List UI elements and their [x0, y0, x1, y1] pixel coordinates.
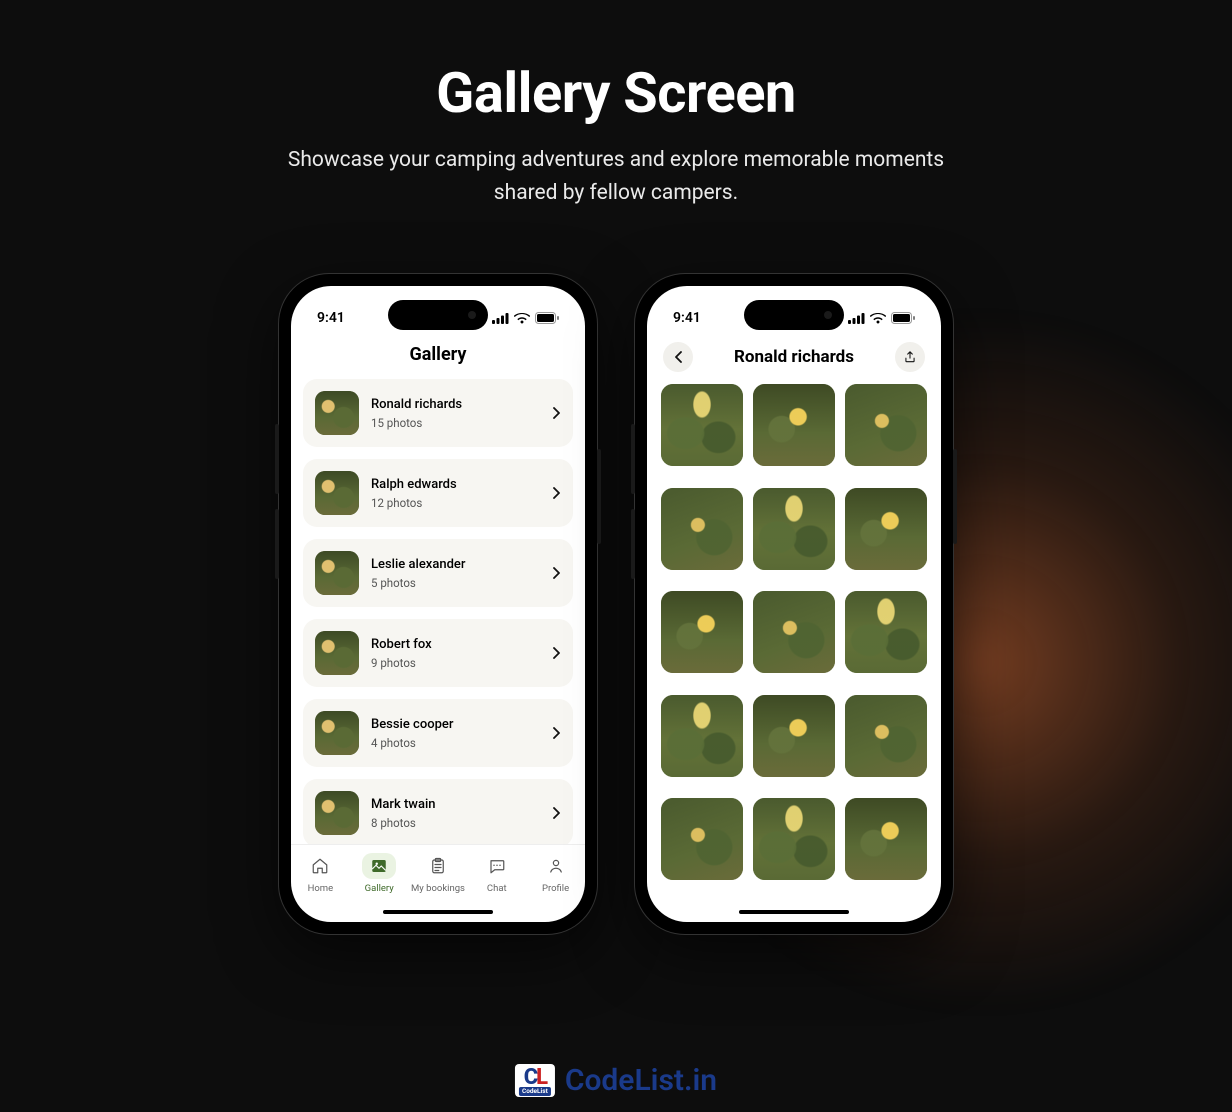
photo-thumbnail[interactable] — [845, 488, 927, 570]
list-item[interactable]: Bessie cooper 4 photos — [303, 699, 573, 767]
gallery-screen-title: Gallery — [291, 336, 585, 379]
wifi-icon — [870, 313, 886, 324]
photo-thumbnail[interactable] — [661, 384, 743, 466]
photo-thumbnail[interactable] — [661, 695, 743, 777]
detail-title: Ronald richards — [734, 347, 854, 367]
photo-thumbnail[interactable] — [753, 488, 835, 570]
user-name: Robert fox — [371, 637, 541, 652]
chevron-right-icon — [553, 567, 561, 579]
photo-count: 15 photos — [371, 416, 541, 430]
tab-home[interactable]: Home — [292, 853, 348, 894]
gallery-user-list: Ronald richards 15 photos Ralph edwards … — [291, 379, 585, 844]
share-icon — [903, 350, 917, 364]
back-button[interactable] — [663, 342, 693, 372]
tab-label: Profile — [542, 883, 569, 894]
list-item[interactable]: Robert fox 9 photos — [303, 619, 573, 687]
battery-icon — [891, 312, 915, 324]
watermark-badge-text: CodeList — [519, 1087, 551, 1096]
photo-count: 12 photos — [371, 496, 541, 510]
home-icon — [303, 853, 337, 879]
bottom-tab-bar: Home Gallery My bookings — [291, 844, 585, 922]
list-item[interactable]: Leslie alexander 5 photos — [303, 539, 573, 607]
home-indicator — [739, 910, 849, 914]
chat-icon — [480, 853, 514, 879]
photo-thumbnail[interactable] — [753, 384, 835, 466]
user-name: Ralph edwards — [371, 477, 541, 492]
photo-thumbnail[interactable] — [753, 695, 835, 777]
avatar-thumbnail — [315, 631, 359, 675]
list-item[interactable]: Mark twain 8 photos — [303, 779, 573, 844]
user-name: Leslie alexander — [371, 557, 541, 572]
avatar-thumbnail — [315, 551, 359, 595]
phone-mock-gallery-list: 9:41 Gallery — [279, 274, 597, 934]
chevron-right-icon — [553, 807, 561, 819]
gallery-icon — [362, 853, 396, 879]
tab-profile[interactable]: Profile — [528, 853, 584, 894]
phone-notch — [388, 300, 488, 330]
chevron-right-icon — [553, 407, 561, 419]
tab-chat[interactable]: Chat — [469, 853, 525, 894]
share-button[interactable] — [895, 342, 925, 372]
photo-thumbnail[interactable] — [753, 591, 835, 673]
battery-icon — [535, 312, 559, 324]
clipboard-icon — [421, 853, 455, 879]
photo-thumbnail[interactable] — [661, 591, 743, 673]
photo-thumbnail[interactable] — [753, 798, 835, 880]
tab-gallery[interactable]: Gallery — [351, 853, 407, 894]
photo-thumbnail[interactable] — [661, 798, 743, 880]
phone-mock-gallery-detail: 9:41 — [635, 274, 953, 934]
watermark-text: CodeList.in — [565, 1063, 717, 1098]
avatar-thumbnail — [315, 471, 359, 515]
tab-label: Gallery — [365, 883, 394, 894]
tab-label: Home — [308, 883, 334, 894]
chevron-right-icon — [553, 647, 561, 659]
photo-grid — [647, 384, 941, 902]
avatar-thumbnail — [315, 711, 359, 755]
list-item[interactable]: Ronald richards 15 photos — [303, 379, 573, 447]
signal-icon — [492, 313, 509, 324]
photo-thumbnail[interactable] — [845, 384, 927, 466]
photo-count: 4 photos — [371, 736, 541, 750]
page-subtitle: Showcase your camping adventures and exp… — [276, 144, 956, 209]
tab-bookings[interactable]: My bookings — [410, 853, 466, 894]
avatar-thumbnail — [315, 791, 359, 835]
user-name: Mark twain — [371, 797, 541, 812]
photo-count: 8 photos — [371, 816, 541, 830]
list-item[interactable]: Ralph edwards 12 photos — [303, 459, 573, 527]
photo-thumbnail[interactable] — [845, 591, 927, 673]
photo-count: 9 photos — [371, 656, 541, 670]
chevron-right-icon — [553, 487, 561, 499]
user-name: Bessie cooper — [371, 717, 541, 732]
phone-notch — [744, 300, 844, 330]
tab-label: Chat — [487, 883, 507, 894]
chevron-left-icon — [674, 351, 682, 363]
tab-label: My bookings — [411, 883, 465, 894]
page-title: Gallery Screen — [0, 60, 1232, 126]
photo-thumbnail[interactable] — [845, 695, 927, 777]
photo-count: 5 photos — [371, 576, 541, 590]
wifi-icon — [514, 313, 530, 324]
user-name: Ronald richards — [371, 397, 541, 412]
status-time: 9:41 — [673, 310, 701, 326]
status-time: 9:41 — [317, 310, 345, 326]
signal-icon — [848, 313, 865, 324]
watermark: CL CodeList CodeList.in — [515, 1063, 717, 1098]
photo-thumbnail[interactable] — [845, 798, 927, 880]
avatar-thumbnail — [315, 391, 359, 435]
home-indicator — [383, 910, 493, 914]
photo-thumbnail[interactable] — [661, 488, 743, 570]
profile-icon — [539, 853, 573, 879]
chevron-right-icon — [553, 727, 561, 739]
